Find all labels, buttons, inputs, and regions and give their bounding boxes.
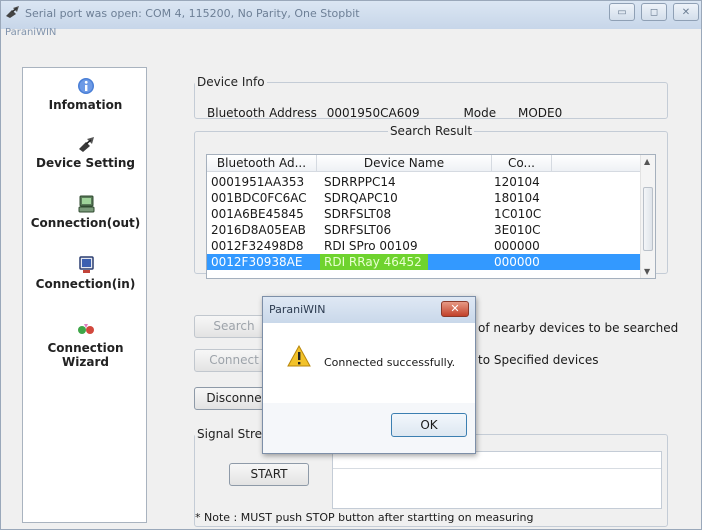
dialog-title: ParaniWIN (269, 303, 326, 316)
signal-strength-panel (332, 451, 662, 509)
address-label: Bluetooth Address (207, 106, 317, 120)
dialog-body: Connected successfully. (263, 323, 475, 403)
cell-code: 1C010C (494, 207, 542, 221)
title-bar: Serial port was open: COM 4, 115200, No … (1, 1, 701, 29)
sidebar-item-label: Connection(out) (30, 216, 141, 230)
cell-address: 0001951AA353 (211, 175, 305, 189)
sidebar-item-label: Connection(in) (35, 277, 136, 291)
search-note: of nearby devices to be searched (478, 321, 679, 335)
sidebar-item-label: Device Setting (36, 156, 135, 170)
mode-label: Mode (463, 106, 497, 120)
list-header: Bluetooth Ad... Device Name Co... (207, 155, 647, 172)
scrollbar-thumb[interactable] (643, 187, 653, 251)
device-info-legend: Device Info (197, 75, 265, 89)
sidebar-item-label: Infomation (48, 98, 123, 112)
close-icon: ✕ (681, 6, 691, 18)
signal-strength-legend: Signal Stre (197, 427, 263, 441)
minimize-icon: ▭ (617, 6, 627, 18)
column-header-address[interactable]: Bluetooth Ad... (207, 155, 317, 171)
measuring-note: * Note : MUST push STOP button after sta… (195, 511, 534, 524)
start-button[interactable]: START (229, 463, 309, 486)
cell-address: 0012F30938AE (211, 255, 303, 269)
message-dialog: ParaniWIN ✕ Connected successfully. OK (262, 296, 476, 454)
maximize-button[interactable]: ◻ (641, 3, 667, 21)
satellite-icon (78, 137, 94, 152)
table-row[interactable]: 2016D8A05EAB SDRFSLT06 3E010C (207, 222, 647, 238)
sidebar: Infomation Device Setting Connection(out… (22, 67, 147, 523)
close-button[interactable]: ✕ (673, 3, 699, 21)
cell-code: 120104 (494, 175, 540, 189)
cell-name: SDRFSLT08 (324, 207, 392, 221)
cell-name: RDI RRay 46452 (320, 254, 428, 270)
wizard-icon (77, 324, 94, 334)
device-list[interactable]: Bluetooth Ad... Device Name Co... 000195… (206, 154, 656, 279)
dialog-close-button[interactable]: ✕ (441, 301, 469, 317)
sidebar-item-connection-out[interactable]: Connection(out) (23, 195, 148, 230)
table-row[interactable]: 001BDC0FC6AC SDRQAPC10 180104 (207, 190, 647, 206)
vertical-scrollbar[interactable]: ▲ ▼ (640, 155, 655, 278)
sidebar-item-connection-wizard[interactable]: Connection Wizard (23, 320, 148, 369)
sidebar-item-label: Connection Wizard (47, 341, 124, 369)
cell-code: 3E010C (494, 223, 541, 237)
cell-code: 180104 (494, 191, 540, 205)
address-value: 0001950CA609 (326, 106, 420, 120)
device-info-group: Device Info Bluetooth Address 0001950CA6… (194, 75, 668, 120)
window-title: Serial port was open: COM 4, 115200, No … (25, 7, 360, 20)
search-result-group: Search Result Bluetooth Ad... Device Nam… (194, 124, 668, 279)
cell-address: 2016D8A05EAB (211, 223, 306, 237)
sidebar-item-device-setting[interactable]: Device Setting (23, 135, 148, 170)
cell-name: SDRFSLT06 (324, 223, 392, 237)
table-row[interactable]: 0012F32498D8 RDI SPro 00109 000000 (207, 238, 647, 254)
cell-name: SDRQAPC10 (324, 191, 398, 205)
ok-button[interactable]: OK (391, 413, 467, 437)
sidebar-item-connection-in[interactable]: Connection(in) (23, 256, 148, 291)
satellite-icon (6, 6, 19, 18)
cell-name: SDRRPPC14 (324, 175, 396, 189)
main-window: Serial port was open: COM 4, 115200, No … (0, 0, 702, 530)
panel-divider (333, 468, 661, 469)
scroll-up-icon[interactable]: ▲ (644, 157, 650, 166)
connect-note: to Specified devices (478, 353, 599, 367)
cell-address: 0012F32498D8 (211, 239, 304, 253)
column-header-name[interactable]: Device Name (317, 155, 492, 171)
device-info-row: Bluetooth Address 0001950CA609 Mode MODE… (207, 106, 562, 120)
app-name: ParaniWIN (5, 27, 57, 38)
cell-code: 000000 (494, 255, 540, 269)
dialog-title-bar: ParaniWIN ✕ (263, 297, 475, 323)
cell-name: RDI SPro 00109 (324, 239, 418, 253)
dialog-message: Connected successfully. (324, 356, 456, 369)
window-controls: ▭ ◻ ✕ (609, 3, 699, 21)
cell-address: 001BDC0FC6AC (211, 191, 307, 205)
sidebar-item-information[interactable]: Infomation (23, 77, 148, 112)
info-icon (77, 78, 94, 94)
cell-address: 001A6BE45845 (211, 207, 304, 221)
search-result-legend: Search Result (389, 124, 473, 138)
table-row[interactable]: 001A6BE45845 SDRFSLT08 1C010C (207, 206, 647, 222)
column-header-code[interactable]: Co... (492, 155, 552, 171)
warning-icon (287, 345, 311, 367)
table-row-selected[interactable]: 0012F30938AE RDI RRay 46452 000000 (207, 254, 647, 270)
close-icon: ✕ (450, 302, 460, 315)
computer-out-icon (78, 195, 94, 213)
minimize-button[interactable]: ▭ (609, 3, 635, 21)
table-row[interactable]: 0001951AA353 SDRRPPC14 120104 (207, 174, 647, 190)
scroll-down-icon[interactable]: ▼ (644, 267, 650, 276)
mode-value: MODE0 (517, 106, 563, 120)
computer-in-icon (78, 256, 94, 273)
maximize-icon: ◻ (649, 6, 659, 18)
cell-code: 000000 (494, 239, 540, 253)
